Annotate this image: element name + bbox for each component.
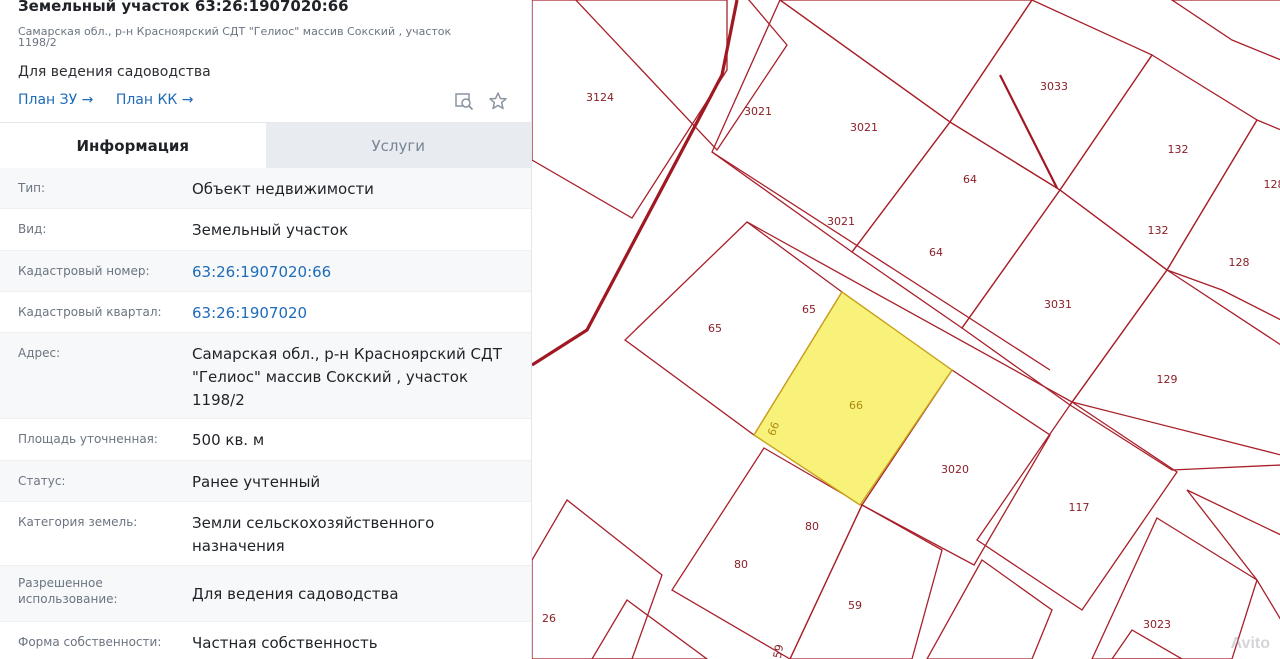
map-label: 3124 bbox=[586, 91, 614, 104]
header-purpose: Для ведения садоводства bbox=[18, 64, 211, 80]
row-area: Площадь уточненная: 500 кв. м bbox=[0, 419, 531, 461]
row-value: Объект недвижимости bbox=[192, 180, 374, 198]
row-permitted-use: Разрешенное использование: Для ведения с… bbox=[0, 566, 531, 622]
map-label: 64 bbox=[929, 246, 943, 259]
map-label: 65 bbox=[708, 322, 722, 335]
map-label: 132 bbox=[1168, 143, 1189, 156]
row-label: Площадь уточненная: bbox=[18, 432, 158, 446]
map-label: 3033 bbox=[1040, 80, 1068, 93]
row-land-category: Категория земель: Земли сельскохозяйстве… bbox=[0, 502, 531, 566]
plan-zu-link[interactable]: План ЗУ → bbox=[18, 92, 93, 108]
cadastral-map[interactable]: 3124 3021 3021 3021 3033 132 132 128 128… bbox=[531, 0, 1280, 659]
parcel-132 bbox=[1059, 54, 1258, 271]
tool-icons bbox=[453, 90, 509, 112]
map-label: 59 bbox=[771, 643, 786, 659]
map-label: 65 bbox=[802, 303, 816, 316]
map-label: 3020 bbox=[941, 463, 969, 476]
info-table: Тип: Объект недвижимости Вид: Земельный … bbox=[0, 168, 531, 659]
plan-kk-link[interactable]: План КК → bbox=[116, 92, 194, 108]
row-label: Вид: bbox=[18, 222, 47, 236]
road-edge-right bbox=[1071, 401, 1280, 456]
header-address: Самарская обл., р-н Красноярский СДТ "Ге… bbox=[18, 25, 452, 49]
info-panel: Земельный участок 63:26:1907020:66 Самар… bbox=[0, 0, 531, 659]
map-label: 66 bbox=[849, 399, 863, 412]
row-label: Статус: bbox=[18, 474, 66, 488]
row-cadastral-quarter: Кадастровый квартал: 63:26:1907020 bbox=[0, 292, 531, 333]
map-label: 3023 bbox=[1143, 618, 1171, 631]
map-label: 129 bbox=[1157, 373, 1178, 386]
map-label: 3031 bbox=[1044, 298, 1072, 311]
parcel-top-right bbox=[1170, 0, 1280, 61]
row-ownership: Форма собственности: Частная собственнос… bbox=[0, 622, 531, 659]
parcel-129 bbox=[1069, 269, 1280, 471]
map-canvas: 3124 3021 3021 3021 3033 132 132 128 128… bbox=[532, 0, 1280, 659]
parcel-3124 bbox=[532, 0, 728, 219]
map-label: 26 bbox=[542, 612, 556, 625]
tab-information[interactable]: Информация bbox=[0, 123, 266, 169]
map-label: 80 bbox=[734, 558, 748, 571]
row-label: Кадастровый квартал: bbox=[18, 305, 162, 319]
map-label: 128 bbox=[1229, 256, 1250, 269]
map-label: 117 bbox=[1069, 501, 1090, 514]
parcel-3033 bbox=[949, 0, 1153, 191]
parcel-right-lower bbox=[1186, 489, 1280, 620]
row-label: Кадастровый номер: bbox=[18, 264, 150, 278]
row-kind: Вид: Земельный участок bbox=[0, 209, 531, 251]
row-type: Тип: Объект недвижимости bbox=[0, 168, 531, 209]
row-value: 500 кв. м bbox=[192, 431, 265, 449]
search-map-icon[interactable] bbox=[453, 90, 475, 112]
row-value: Для ведения садоводства bbox=[192, 585, 399, 603]
row-cadastral-number: Кадастровый номер: 63:26:1907020:66 bbox=[0, 251, 531, 292]
tab-bar: Информация Услуги bbox=[0, 122, 531, 169]
row-status: Статус: Ранее учтенный bbox=[0, 461, 531, 502]
page-title: Земельный участок 63:26:1907020:66 bbox=[18, 0, 349, 15]
row-label: Категория земель: bbox=[18, 515, 138, 529]
parcel-top-strip bbox=[778, 0, 1033, 123]
map-label: 3021 bbox=[827, 215, 855, 228]
row-label: Тип: bbox=[18, 181, 46, 195]
parcel-3021-top bbox=[574, 0, 788, 152]
row-address: Адрес: Самарская обл., р-н Красноярский … bbox=[0, 333, 531, 419]
parcel-bottom-b bbox=[1111, 629, 1184, 659]
parcel-26 bbox=[532, 499, 663, 659]
parcel-bottom-a bbox=[926, 559, 1053, 659]
star-icon[interactable] bbox=[487, 90, 509, 112]
map-label: 3021 bbox=[850, 121, 878, 134]
row-value: Частная собственность bbox=[192, 634, 378, 652]
map-label: 64 bbox=[963, 173, 977, 186]
avito-watermark: Avito bbox=[1230, 635, 1270, 652]
row-label: Адрес: bbox=[18, 346, 61, 360]
map-label: 128 bbox=[1264, 178, 1280, 191]
tab-services[interactable]: Услуги bbox=[265, 123, 531, 169]
row-label: Форма собственности: bbox=[18, 635, 162, 649]
row-label: Разрешенное использование: bbox=[18, 576, 118, 606]
plan-links: План ЗУ → План КК → bbox=[18, 92, 212, 108]
road-line bbox=[532, 0, 739, 367]
map-label: 80 bbox=[805, 520, 819, 533]
row-value: Земли сельскохозяйственного назначения bbox=[192, 514, 435, 555]
row-value: Самарская обл., р-н Красноярский СДТ "Ге… bbox=[192, 345, 502, 409]
map-label: 59 bbox=[848, 599, 862, 612]
row-value: Ранее учтенный bbox=[192, 473, 321, 491]
map-label: 132 bbox=[1148, 224, 1169, 237]
map-label: 3021 bbox=[744, 105, 772, 118]
cadastral-quarter-link[interactable]: 63:26:1907020 bbox=[192, 292, 531, 325]
cadastral-number-link[interactable]: 63:26:1907020:66 bbox=[192, 251, 531, 284]
row-value: Земельный участок bbox=[192, 221, 349, 239]
